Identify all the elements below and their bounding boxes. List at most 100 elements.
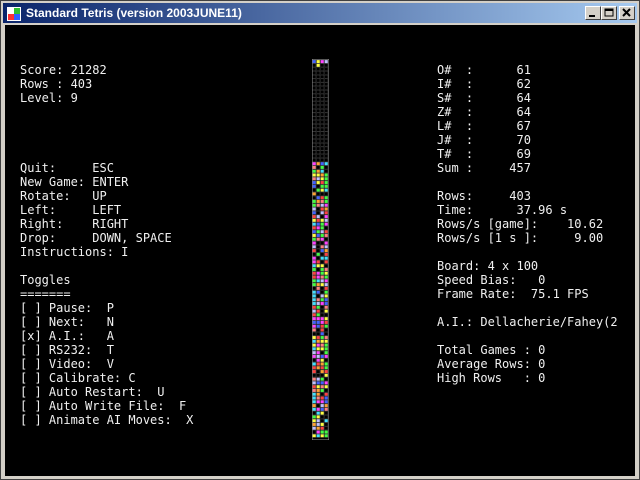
board-block (324, 252, 329, 257)
board-cell (320, 78, 325, 83)
board-cell (324, 358, 329, 362)
board-block (320, 343, 325, 347)
board-block (312, 161, 317, 166)
board-cell (316, 86, 321, 90)
rows-readout: Rows : 403 (20, 77, 93, 91)
board-block (320, 354, 325, 359)
board-block (312, 381, 317, 385)
board-block (312, 267, 317, 272)
board-cell (320, 139, 325, 143)
key-drop: Drop: DOWN, SPACE (20, 231, 172, 245)
board-cell (312, 90, 317, 94)
board-cell (320, 252, 325, 257)
board-block (312, 59, 317, 64)
board-cell (324, 150, 329, 155)
board-block (324, 195, 329, 200)
board-block (312, 347, 317, 351)
toggle-pause: [ ] Pause: P (20, 301, 114, 315)
board-block (324, 180, 329, 185)
board-cell (312, 358, 317, 362)
board-block (320, 434, 325, 438)
board-block (320, 282, 325, 287)
game-area[interactable]: Score: 21282 Rows : 403 Level: 9 Quit: E… (5, 25, 635, 476)
board-cell (316, 135, 321, 139)
board-block (312, 384, 317, 389)
board-block (312, 377, 317, 381)
board-block (320, 339, 325, 344)
ai-name: A.I.: Dellacherie/Fahey(2 (437, 315, 618, 329)
board-cell (324, 415, 329, 419)
board-block (316, 271, 321, 276)
board-block (324, 245, 329, 249)
minimize-button[interactable] (585, 6, 601, 20)
board-block (316, 418, 321, 423)
close-button[interactable] (619, 6, 635, 20)
board-cell (324, 82, 329, 87)
board-block (324, 396, 329, 400)
board-cell (312, 332, 317, 336)
level-readout: Level: 9 (20, 91, 78, 105)
board-block (316, 343, 321, 347)
board-cell (316, 124, 321, 128)
board-block (312, 309, 317, 313)
board-block (324, 233, 329, 238)
board-block (324, 161, 329, 166)
board-block (324, 177, 329, 181)
maximize-button[interactable] (601, 6, 617, 20)
key-right: Right: RIGHT (20, 217, 129, 231)
board-block (320, 256, 325, 260)
board-cell (316, 158, 321, 162)
board-cell (324, 226, 329, 230)
board-cell (320, 290, 325, 294)
board-block (324, 173, 329, 177)
board-block (316, 354, 321, 359)
board-block (312, 434, 317, 438)
board-block (324, 430, 329, 434)
board-block (312, 335, 317, 340)
board-block (324, 290, 329, 294)
board-block (316, 233, 321, 238)
board-block (316, 366, 321, 370)
board-block (312, 184, 317, 189)
board-cell (324, 101, 329, 105)
board-cell (320, 63, 325, 68)
board-block (320, 275, 325, 279)
board-block (312, 422, 317, 427)
board-cell (316, 82, 321, 87)
board-block (320, 207, 325, 211)
board-cell (312, 124, 317, 128)
board-block (320, 203, 325, 207)
board-cell (316, 112, 321, 117)
board-cell (320, 90, 325, 94)
board-cell (324, 332, 329, 336)
board-cell (312, 127, 317, 132)
board-cell (324, 426, 329, 430)
board-block (316, 229, 321, 234)
board-block (316, 313, 321, 317)
board-cell (312, 143, 317, 147)
board-cell (312, 67, 317, 71)
board-block (312, 320, 317, 325)
board-block (320, 328, 325, 332)
key-new-game: New Game: ENTER (20, 175, 129, 189)
config-frame-rate: Frame Rate: 75.1 FPS (437, 287, 589, 301)
board-block (312, 418, 317, 423)
board-cell (324, 263, 329, 268)
board-block (320, 384, 325, 389)
board-cell (316, 241, 321, 245)
board-cell (316, 67, 321, 71)
board-block (324, 222, 329, 226)
board-block (320, 267, 325, 272)
board-block (324, 241, 329, 245)
board-block (316, 275, 321, 279)
board-block (320, 180, 325, 185)
tetris-board (312, 59, 329, 440)
board-cell (320, 74, 325, 79)
board-cell (312, 108, 317, 113)
board-cell (320, 116, 325, 121)
board-block (312, 203, 317, 207)
board-block (324, 324, 329, 328)
board-cell (320, 131, 325, 136)
board-block (312, 226, 317, 230)
title-bar[interactable]: Standard Tetris (version 2003JUNE11) (3, 3, 637, 23)
